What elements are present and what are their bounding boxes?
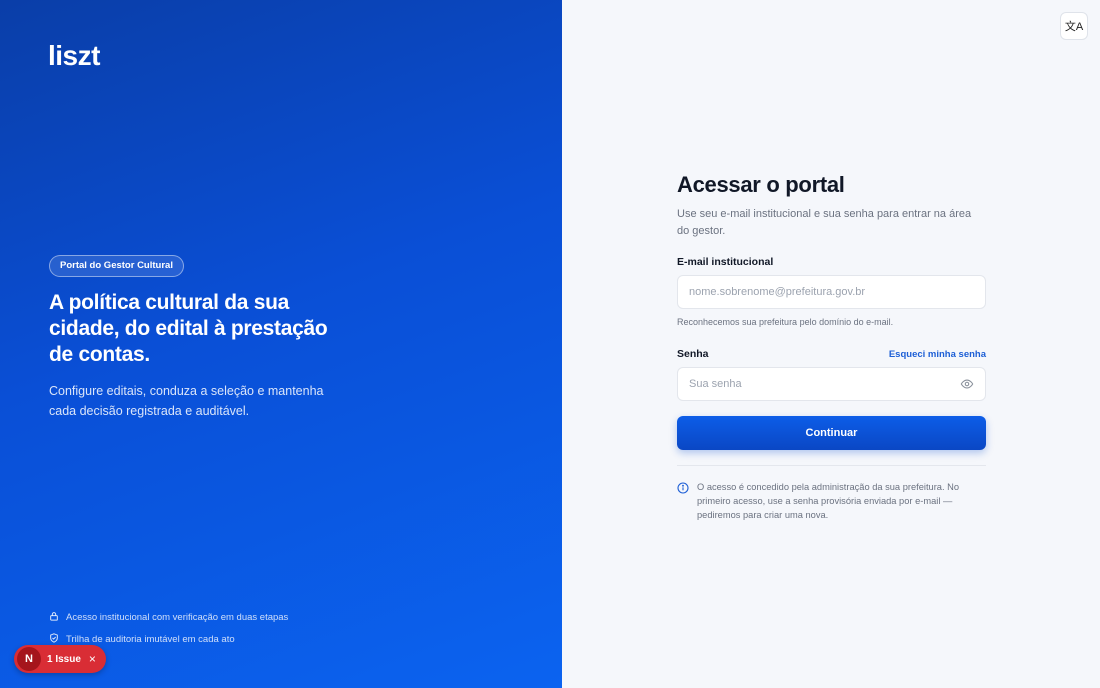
hero-headline: A política cultural da sua cidade, do ed… xyxy=(49,291,328,366)
email-placeholder: nome.sobrenome@prefeitura.gov.br xyxy=(689,286,866,298)
issue-count[interactable]: 1 Issue xyxy=(47,654,81,665)
dev-issues-badge[interactable]: N 1 Issue × xyxy=(14,645,106,673)
lock-icon xyxy=(49,611,59,624)
email-label: E-mail institucional xyxy=(677,256,774,268)
feature-text: Trilha de auditoria imutável em cada ato xyxy=(66,634,235,645)
language-button[interactable]: 文A xyxy=(1060,12,1088,40)
hero-lead: Configure editais, conduza a seleção e m… xyxy=(49,384,324,418)
portal-badge: Portal do Gestor Cultural xyxy=(49,255,184,277)
info-icon xyxy=(677,480,689,522)
divider xyxy=(677,465,986,466)
close-icon[interactable]: × xyxy=(89,652,96,666)
email-hint: Reconhecemos sua prefeitura pelo domínio… xyxy=(677,317,894,327)
password-label: Senha xyxy=(677,348,709,360)
hero-panel: liszt Portal do Gestor Cultural A políti… xyxy=(0,0,562,688)
page-subtitle: Use seu e-mail institucional e sua senha… xyxy=(677,208,972,237)
password-field[interactable]: Sua senha xyxy=(677,367,986,401)
page-title: Acessar o portal xyxy=(677,172,845,197)
forgot-password-link[interactable]: Esqueci minha senha xyxy=(889,349,986,360)
feature-text: Acesso institucional com verificação em … xyxy=(66,612,289,623)
info-text: O acesso é concedido pela administração … xyxy=(697,482,960,520)
brand-logo: liszt xyxy=(48,40,100,71)
eye-icon[interactable] xyxy=(960,377,974,391)
continue-button[interactable]: Continuar xyxy=(677,416,986,450)
email-field[interactable]: nome.sobrenome@prefeitura.gov.br xyxy=(677,275,986,309)
next-logo-icon: N xyxy=(17,647,41,671)
login-form: Acessar o portal Use seu e-mail instituc… xyxy=(677,172,986,522)
info-note: O acesso é concedido pela administração … xyxy=(677,480,986,522)
password-placeholder: Sua senha xyxy=(689,378,742,390)
translate-icon: 文A xyxy=(1064,21,1084,33)
feature-two-factor: Acesso institucional com verificação em … xyxy=(49,611,288,624)
